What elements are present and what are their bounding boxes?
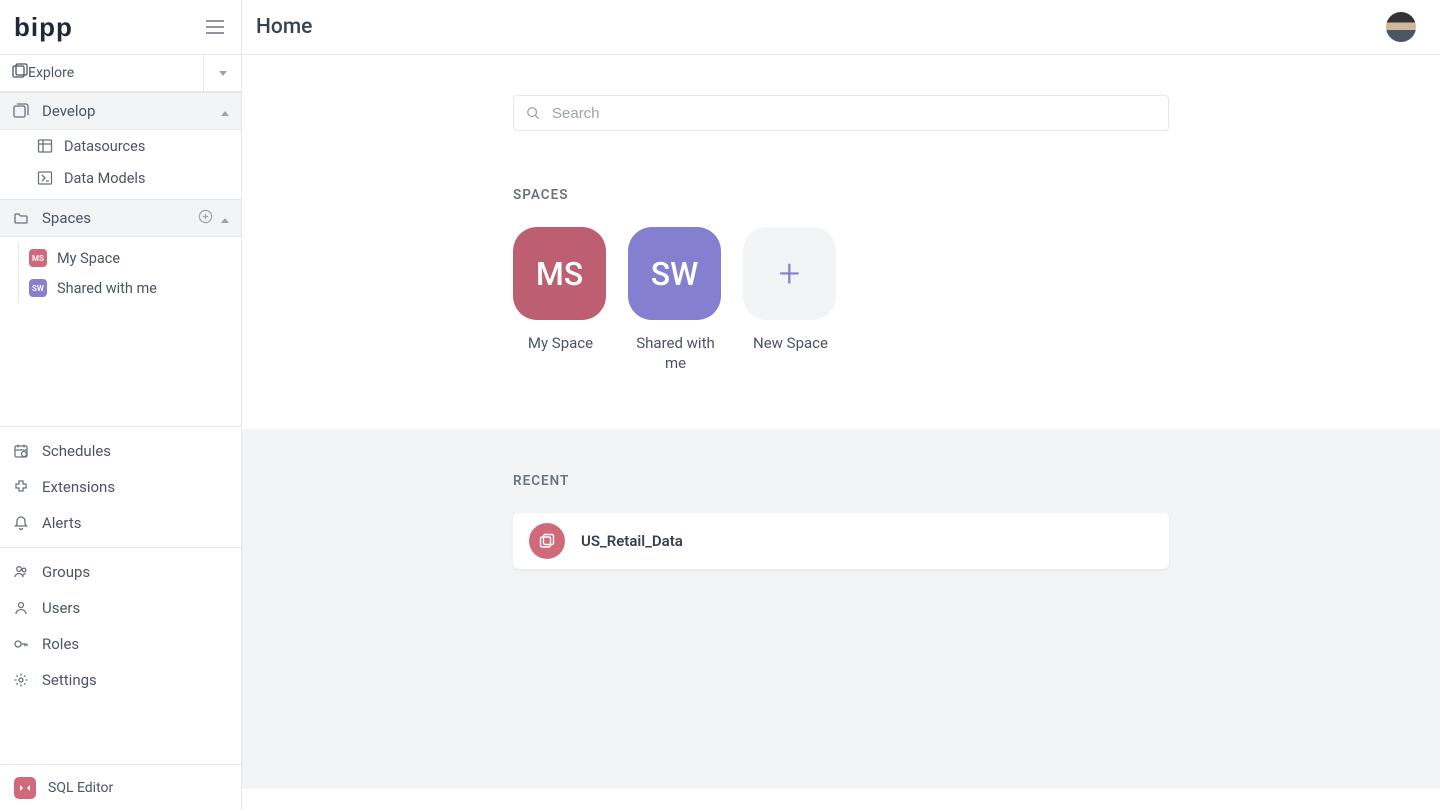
- datasources-icon: [36, 137, 54, 155]
- space-card-new[interactable]: + New Space: [743, 227, 838, 373]
- space-card-new-label: New Space: [743, 334, 838, 354]
- spaces-row: MS My Space SW Shared with me + New Spac…: [513, 227, 1169, 373]
- nav-settings[interactable]: Settings: [0, 662, 241, 698]
- space-tile-sw: SW: [628, 227, 721, 320]
- sql-editor-icon: [14, 777, 36, 799]
- content-scroll: SPACES MS My Space SW Shared with me +: [242, 55, 1440, 810]
- nav-develop-label: Develop: [42, 102, 221, 120]
- explore-icon: [12, 63, 28, 83]
- nav-alerts-label: Alerts: [42, 514, 82, 532]
- space-tile-ms: MS: [513, 227, 606, 320]
- space-badge-sw: SW: [29, 279, 47, 297]
- gear-icon: [12, 671, 30, 689]
- datasource-icon: [539, 533, 555, 549]
- nav-data-models-label: Data Models: [64, 170, 145, 187]
- add-space-button[interactable]: [198, 209, 213, 228]
- space-tile-new: +: [743, 227, 836, 320]
- menu-toggle-button[interactable]: [201, 13, 229, 41]
- key-icon: [12, 635, 30, 653]
- nav-schedules[interactable]: Schedules: [0, 433, 241, 469]
- space-badge-ms: MS: [29, 249, 47, 267]
- recent-item-icon: [529, 523, 565, 559]
- sidebar-space-my-space-label: My Space: [57, 250, 120, 267]
- data-models-icon: [36, 169, 54, 187]
- nav-spaces[interactable]: Spaces: [0, 199, 241, 237]
- sidebar-space-my-space[interactable]: MS My Space: [29, 243, 241, 273]
- recent-section: RECENT US_Retail_Data: [242, 429, 1440, 789]
- groups-icon: [12, 563, 30, 581]
- nav-explore-row: Explore: [0, 55, 241, 92]
- nav-extensions[interactable]: Extensions: [0, 469, 241, 505]
- spaces-icon: [12, 209, 30, 227]
- explore-dropdown-button[interactable]: [203, 55, 241, 91]
- nav-extensions-label: Extensions: [42, 478, 115, 496]
- nav-explore[interactable]: Explore: [0, 55, 203, 91]
- space-card-my-space[interactable]: MS My Space: [513, 227, 608, 373]
- plus-icon: +: [779, 252, 800, 296]
- extensions-icon: [12, 478, 30, 496]
- nav-sql-editor[interactable]: SQL Editor: [0, 764, 241, 810]
- develop-icon: [12, 102, 30, 120]
- sidebar: bipp Explore Develop: [0, 0, 242, 810]
- nav-datasources-label: Datasources: [64, 138, 145, 155]
- nav-groups[interactable]: Groups: [0, 554, 241, 590]
- space-card-my-space-label: My Space: [513, 334, 608, 354]
- sidebar-header: bipp: [0, 0, 241, 55]
- schedules-icon: [12, 442, 30, 460]
- nav-develop[interactable]: Develop: [0, 92, 241, 130]
- nav-spaces-label: Spaces: [42, 209, 198, 227]
- space-card-shared[interactable]: SW Shared with me: [628, 227, 723, 373]
- user-icon: [12, 599, 30, 617]
- sidebar-tree-area: MS My Space SW Shared with me Schedule: [0, 237, 241, 764]
- recent-item[interactable]: US_Retail_Data: [513, 513, 1169, 569]
- nav-schedules-label: Schedules: [42, 442, 111, 460]
- nav-sql-editor-label: SQL Editor: [48, 780, 113, 796]
- sidebar-space-shared[interactable]: SW Shared with me: [29, 273, 241, 303]
- nav-datasources[interactable]: Datasources: [0, 130, 241, 162]
- page-title: Home: [256, 15, 312, 39]
- logo[interactable]: bipp: [14, 12, 73, 43]
- nav-roles[interactable]: Roles: [0, 626, 241, 662]
- nav-alerts[interactable]: Alerts: [0, 505, 241, 541]
- nav-explore-label: Explore: [28, 65, 74, 81]
- avatar[interactable]: [1386, 12, 1416, 42]
- nav-roles-label: Roles: [42, 635, 79, 653]
- search-field[interactable]: [513, 95, 1169, 131]
- nav-groups-label: Groups: [42, 563, 90, 581]
- chevron-up-icon: [221, 209, 229, 227]
- menu-icon: [206, 20, 224, 34]
- recent-heading: RECENT: [513, 473, 1169, 489]
- nav-users-label: Users: [42, 599, 80, 617]
- main: Home SPACES MS My Space SW Shared w: [242, 0, 1440, 810]
- bell-icon: [12, 514, 30, 532]
- search-icon: [526, 106, 540, 120]
- chevron-up-icon: [221, 102, 229, 120]
- spaces-heading: SPACES: [513, 187, 1169, 203]
- sidebar-space-shared-label: Shared with me: [57, 280, 157, 297]
- plus-circle-icon: [198, 209, 213, 224]
- search-input[interactable]: [552, 105, 1156, 122]
- nav-settings-label: Settings: [42, 671, 97, 689]
- topbar: Home: [242, 0, 1440, 55]
- nav-users[interactable]: Users: [0, 590, 241, 626]
- space-card-shared-label: Shared with me: [628, 334, 723, 373]
- recent-item-title: US_Retail_Data: [581, 532, 683, 550]
- nav-data-models[interactable]: Data Models: [0, 162, 241, 199]
